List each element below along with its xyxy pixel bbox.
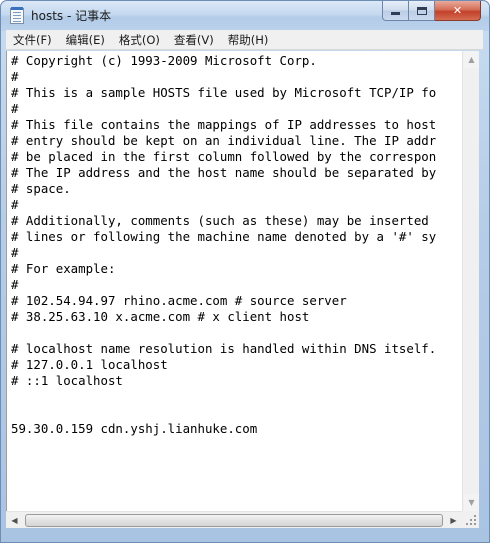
text-line: # localhost name resolution is handled w… [11,341,437,356]
scroll-right-button[interactable]: ▶ [445,513,462,528]
vertical-scrollbar[interactable]: ▲ ▼ [462,51,479,511]
minimize-icon [391,12,400,15]
notepad-app-icon[interactable] [10,7,24,24]
text-line: # lines or following the machine name de… [11,229,437,244]
text-line: 59.30.0.159 cdn.yshj.lianhuke.com [11,421,258,436]
scroll-up-button[interactable]: ▲ [464,51,479,68]
resize-grip[interactable] [462,511,479,528]
text-line: # [11,197,19,212]
text-line: # entry should be kept on an individual … [11,133,437,148]
arrow-left-icon: ◀ [11,516,18,525]
maximize-button[interactable] [409,1,435,21]
menu-help[interactable]: 帮助(H) [221,30,276,50]
maximize-icon [416,6,427,15]
text-line [11,405,436,421]
menu-bar: 文件(F) 编辑(E) 格式(O) 查看(V) 帮助(H) [6,30,483,50]
text-line [11,325,436,341]
scroll-left-button[interactable]: ◀ [6,513,23,528]
text-line: # This file contains the mappings of IP … [11,117,437,132]
text-line: # 127.0.0.1 localhost [11,357,168,372]
menu-file[interactable]: 文件(F) [6,30,59,50]
title-bar[interactable]: hosts - 记事本 ✕ [1,1,489,31]
text-line: # This is a sample HOSTS file used by Mi… [11,85,437,100]
text-line: # [11,245,19,260]
text-line: # space. [11,181,71,196]
window-title: hosts - 记事本 [31,9,112,23]
menu-format[interactable]: 格式(O) [112,30,167,50]
text-line: # 102.54.94.97 rhino.acme.com # source s… [11,293,347,308]
text-line: # ::1 localhost [11,373,123,388]
arrow-right-icon: ▶ [450,516,457,525]
arrow-up-icon: ▲ [468,55,475,64]
minimize-button[interactable] [382,1,409,21]
text-line: # The IP address and the host name shoul… [11,165,437,180]
text-line: # [11,69,19,84]
text-line: # Copyright (c) 1993-2009 Microsoft Corp… [11,53,317,68]
scroll-down-button[interactable]: ▼ [464,494,479,511]
menu-edit[interactable]: 编辑(E) [59,30,112,50]
editor-lines: # Copyright (c) 1993-2009 Microsoft Corp… [11,53,436,437]
text-line [11,389,436,405]
text-editor[interactable]: # Copyright (c) 1993-2009 Microsoft Corp… [6,51,462,511]
text-line: # be placed in the first column followed… [11,149,437,164]
text-line: # [11,277,19,292]
close-icon: ✕ [452,4,463,17]
horizontal-scrollbar[interactable]: ◀ ▶ [6,511,462,528]
arrow-down-icon: ▼ [468,498,475,507]
horizontal-scroll-thumb[interactable] [25,514,443,527]
text-line: # Additionally, comments (such as these)… [11,213,429,228]
text-line: # 38.25.63.10 x.acme.com # x client host [11,309,310,324]
menu-view[interactable]: 查看(V) [167,30,221,50]
text-line: # For example: [11,261,116,276]
close-button[interactable]: ✕ [435,1,481,21]
text-line: # [11,101,19,116]
